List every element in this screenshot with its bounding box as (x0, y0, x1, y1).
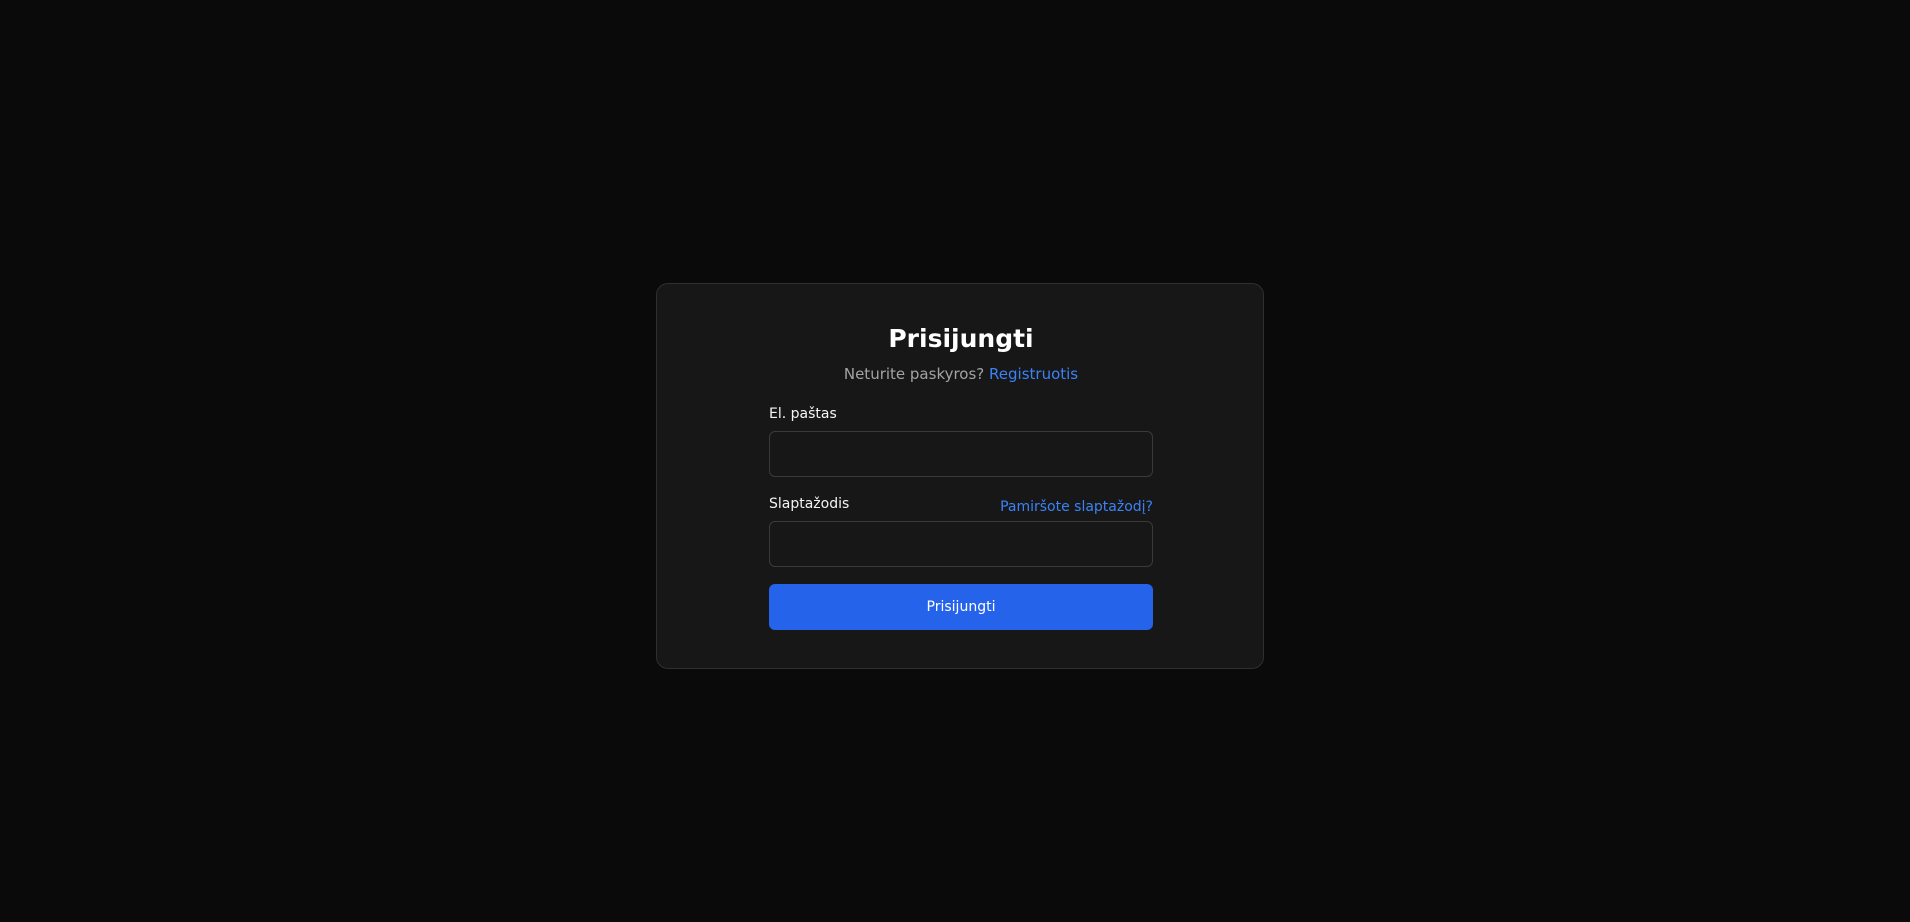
email-label: El. paštas (769, 406, 837, 422)
forgot-password-link[interactable]: Pamiršote slaptažodį? (1000, 498, 1153, 516)
register-link[interactable]: Registruotis (989, 365, 1078, 383)
login-button[interactable]: Prisijungti (769, 584, 1153, 630)
password-label: Slaptažodis (769, 496, 850, 512)
login-card: Prisijungti Neturite paskyros? Registruo… (656, 283, 1264, 669)
page-title: Prisijungti (888, 324, 1034, 353)
no-account-text: Neturite paskyros? (843, 365, 985, 383)
email-field[interactable] (769, 431, 1153, 477)
password-field[interactable] (769, 521, 1153, 567)
register-prompt: Neturite paskyros? Registruotis (769, 364, 1153, 384)
